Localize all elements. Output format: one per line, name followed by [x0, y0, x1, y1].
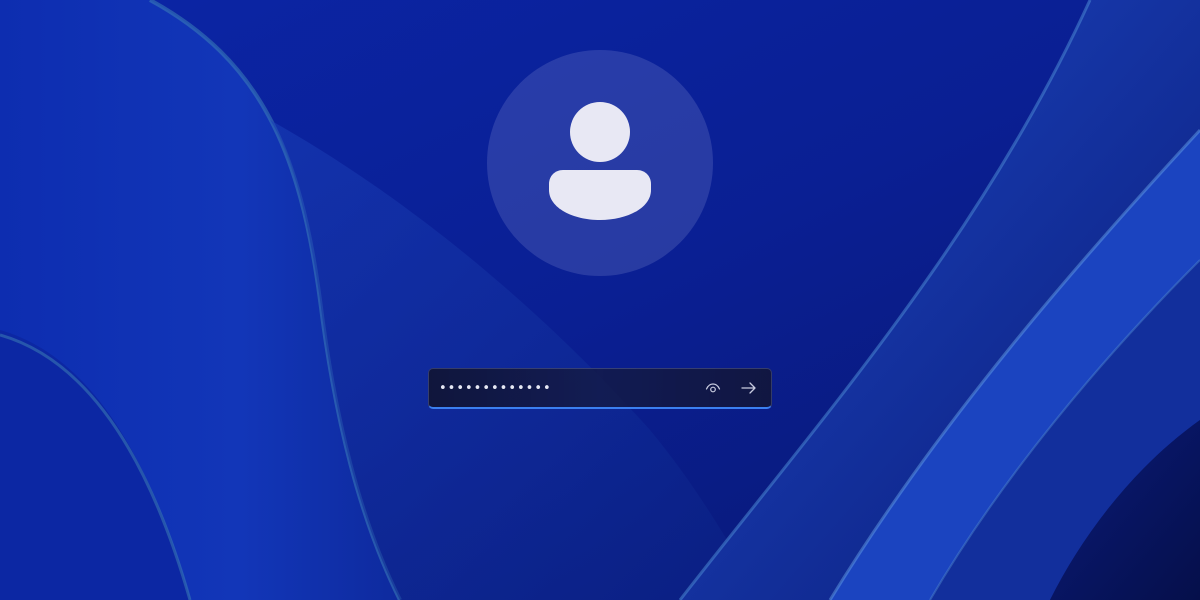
- password-box: [428, 368, 772, 409]
- user-avatar: [487, 50, 713, 276]
- password-input[interactable]: [439, 378, 689, 398]
- reveal-password-button[interactable]: [699, 375, 727, 401]
- lock-screen: [0, 0, 1200, 600]
- person-icon: [549, 102, 651, 220]
- eye-icon: [705, 383, 721, 393]
- submit-button[interactable]: [735, 375, 763, 401]
- arrow-right-icon: [741, 382, 756, 394]
